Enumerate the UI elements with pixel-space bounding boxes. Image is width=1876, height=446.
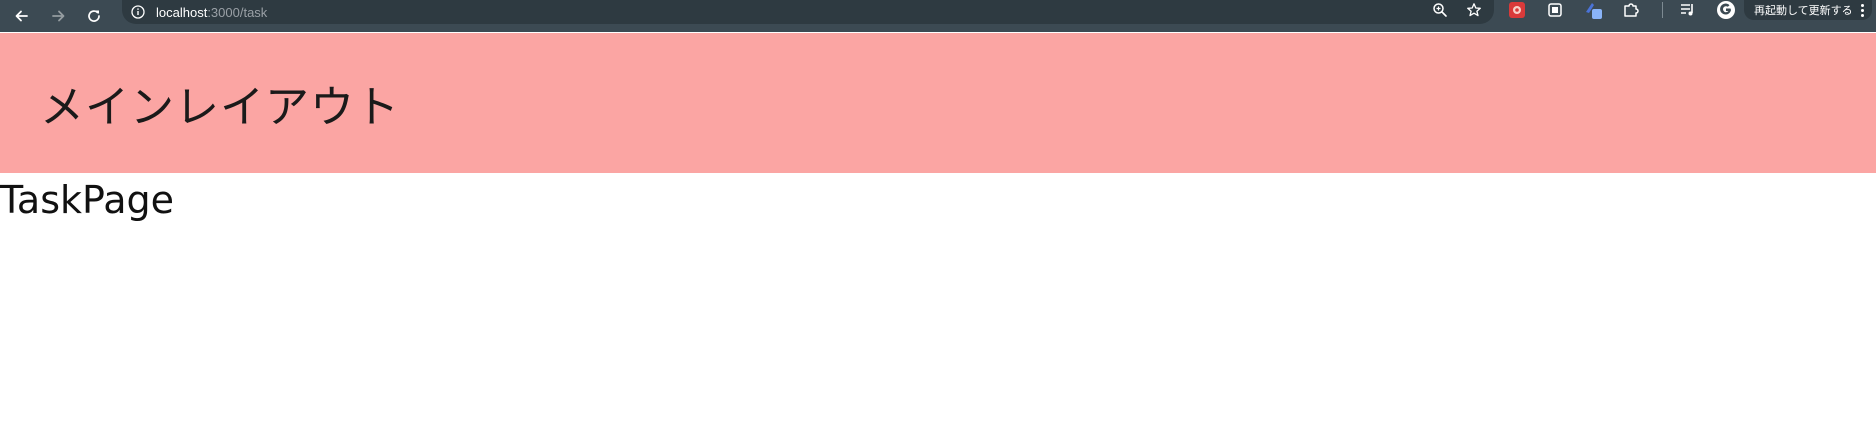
arrow-right-icon — [52, 10, 65, 22]
star-icon[interactable] — [1466, 2, 1482, 22]
info-icon[interactable] — [130, 4, 146, 20]
url-path: :3000/task — [207, 4, 268, 20]
toolbar-divider — [1662, 2, 1663, 18]
arrow-left-icon — [15, 10, 28, 22]
address-bar[interactable]: localhost:3000/task — [122, 0, 1494, 24]
omnibox-actions — [1432, 0, 1482, 24]
back-button[interactable] — [8, 2, 36, 30]
url-host: localhost — [156, 4, 208, 20]
zoom-icon[interactable] — [1432, 2, 1448, 22]
header-title: メインレイアウト — [40, 82, 400, 133]
ext-blue-icon[interactable] — [1582, 0, 1604, 20]
forward-button[interactable] — [44, 2, 72, 30]
google-account-icon[interactable] — [1715, 0, 1737, 20]
page-title: TaskPage — [0, 178, 175, 222]
restart-label: 再起動して更新する — [1754, 4, 1853, 17]
reload-icon — [88, 10, 100, 22]
browser-toolbar: localhost:3000/task 再起動して更新する — [0, 0, 1876, 32]
url-text[interactable]: localhost:3000/task — [156, 5, 267, 20]
ext-box-icon[interactable] — [1544, 0, 1566, 20]
kebab-menu-icon[interactable] — [1860, 3, 1864, 17]
extensions-area — [1506, 0, 1753, 20]
restart-update-button[interactable]: 再起動して更新する — [1744, 0, 1872, 20]
ext-red-icon[interactable] — [1506, 0, 1528, 20]
reload-button[interactable] — [80, 2, 108, 30]
media-queue-icon[interactable] — [1677, 0, 1699, 20]
puzzle-icon[interactable] — [1620, 0, 1642, 20]
page-content: TaskPage — [0, 178, 174, 222]
main-layout-header: メインレイアウト — [0, 33, 1876, 173]
